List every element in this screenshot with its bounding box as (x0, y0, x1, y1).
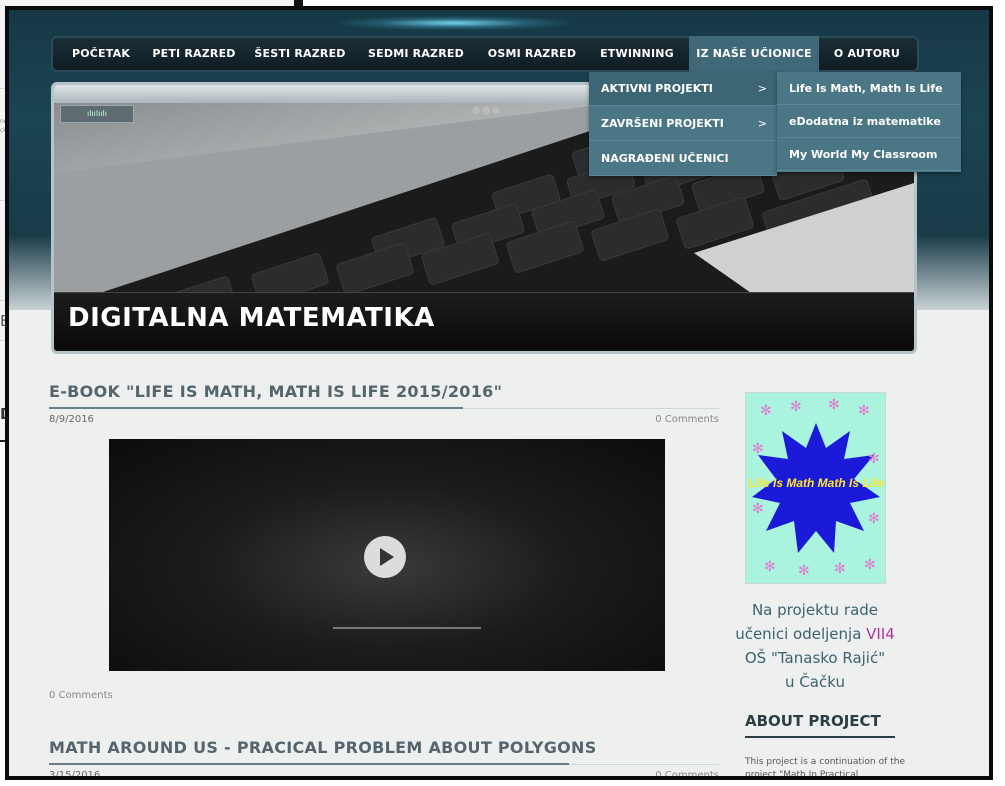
project-logo-graphic: ✻ ✻ ✻ ✻ ✻ ✻ ✻ ✻ ✻ ✻ ✻ ✻ Life Is Math Math Is Lif… (746, 393, 885, 583)
audio-meter-icon: ılıılıılı (60, 105, 134, 123)
nav-item-o-autoru[interactable]: O AUTORU (823, 36, 911, 72)
project-info-line: u Čačku (785, 673, 845, 691)
svg-text:✻: ✻ (858, 403, 870, 419)
svg-text:✻: ✻ (760, 403, 772, 419)
post-title[interactable]: E-BOOK "LIFE IS MATH, MATH IS LIFE 2015/… (49, 382, 502, 401)
nav-item-peti-razred[interactable]: PETI RAZRED (146, 36, 242, 72)
nav-item-osmi-razred[interactable]: OSMI RAZRED (479, 36, 585, 72)
submenu-arrow-icon: > (757, 117, 767, 130)
svg-text:✻: ✻ (868, 451, 880, 467)
nav-item-etwinning[interactable]: ETWINNING (591, 36, 683, 72)
dropdown-item-zavrseni-projekti[interactable]: ZAVRŠENI PROJEKTI > (589, 107, 777, 141)
main-nav: POČETAK PETI RAZRED ŠESTI RAZRED SEDMI R… (51, 36, 919, 72)
dropdown-menu-iz-nase-ucionice: AKTIVNI PROJEKTI > ZAVRŠENI PROJEKTI > N… (589, 72, 777, 176)
dropdown-item-label: AKTIVNI PROJEKTI (601, 82, 713, 95)
nav-item-sesti-razred[interactable]: ŠESTI RAZRED (248, 36, 352, 72)
nav-item-sedmi-razred[interactable]: SEDMI RAZRED (360, 36, 472, 72)
dropdown-item-nagradjeni-ucenici[interactable]: NAGRAĐENI UČENICI (589, 142, 777, 176)
banner-dots-icon: ●●● (472, 105, 502, 116)
post-date: 8/9/2016 (49, 414, 94, 425)
post-comments-link[interactable]: 0 Comments (569, 414, 719, 425)
svg-text:✻: ✻ (828, 397, 840, 413)
dropdown-item-label: ZAVRŠENI PROJEKTI (601, 117, 724, 130)
svg-text:✻: ✻ (752, 501, 764, 517)
project-logo-image[interactable]: ✻ ✻ ✻ ✻ ✻ ✻ ✻ ✻ ✻ ✻ ✻ ✻ Life Is Math Math Is Lif… (745, 392, 886, 584)
post-title[interactable]: MATH AROUND US - PRACICAL PROBLEM ABOUT … (49, 738, 597, 757)
svg-text:✻: ✻ (764, 559, 776, 575)
svg-text:✻: ✻ (864, 557, 876, 573)
submenu-item-my-world[interactable]: My World My Classroom (777, 138, 961, 171)
svg-text:✻: ✻ (868, 511, 880, 527)
submenu-item-life-is-math[interactable]: Life Is Math, Math Is Life (777, 72, 961, 105)
project-info-text: Na projektu rade učenici odeljenja VII4 … (731, 598, 899, 694)
nav-item-iz-nase-ucionice[interactable]: IZ NAŠE UČIONICE (689, 36, 819, 72)
post-date: 3/15/2016 (49, 770, 101, 780)
submenu-arrow-icon: > (757, 82, 767, 95)
svg-text:✻: ✻ (790, 399, 802, 415)
project-info-line: Na projektu rade (751, 601, 879, 619)
project-info-line: učenici odeljenja VII4 (731, 622, 899, 646)
svg-text:✻: ✻ (752, 441, 764, 457)
header-glow (339, 16, 569, 30)
project-info-line: OŠ "Tanasko Rajić" (744, 649, 886, 667)
project-info-line2: učenici odeljenja (735, 625, 867, 643)
submenu-item-edodatna[interactable]: eDodatna iz matematike (777, 105, 961, 138)
project-logo-caption: Life Is Math Math Is Life (748, 476, 884, 490)
dropdown-item-label: NAGRAĐENI UČENICI (601, 152, 729, 165)
website-screenshot: POČETAK PETI RAZRED ŠESTI RAZRED SEDMI R… (5, 6, 993, 780)
video-player[interactable] (109, 439, 665, 671)
post-comments-link[interactable]: 0 Comments (569, 770, 719, 776)
post-footer-comments-link[interactable]: 0 Comments (49, 690, 113, 701)
site-title[interactable]: DIGITALNA MATEMATIKA (68, 303, 435, 333)
dropdown-item-aktivni-projekti[interactable]: AKTIVNI PROJEKTI > (589, 72, 777, 106)
about-project-underline (745, 736, 895, 738)
site-title-bar: DIGITALNA MATEMATIKA (54, 292, 914, 349)
video-progress-bar[interactable] (333, 627, 481, 629)
post-title-underline (49, 763, 569, 765)
svg-text:✻: ✻ (798, 563, 810, 579)
about-project-text: This project is a continuation of the pr… (745, 757, 905, 780)
submenu-aktivni-projekti: Life Is Math, Math Is Life eDodatna iz m… (777, 72, 961, 172)
play-icon[interactable] (364, 536, 406, 578)
about-project-heading: ABOUT PROJECT (745, 712, 881, 730)
nav-item-pocetak[interactable]: POČETAK (61, 36, 141, 72)
post-title-underline (49, 407, 463, 409)
svg-text:✻: ✻ (834, 561, 846, 577)
class-link[interactable]: VII4 (866, 625, 895, 643)
